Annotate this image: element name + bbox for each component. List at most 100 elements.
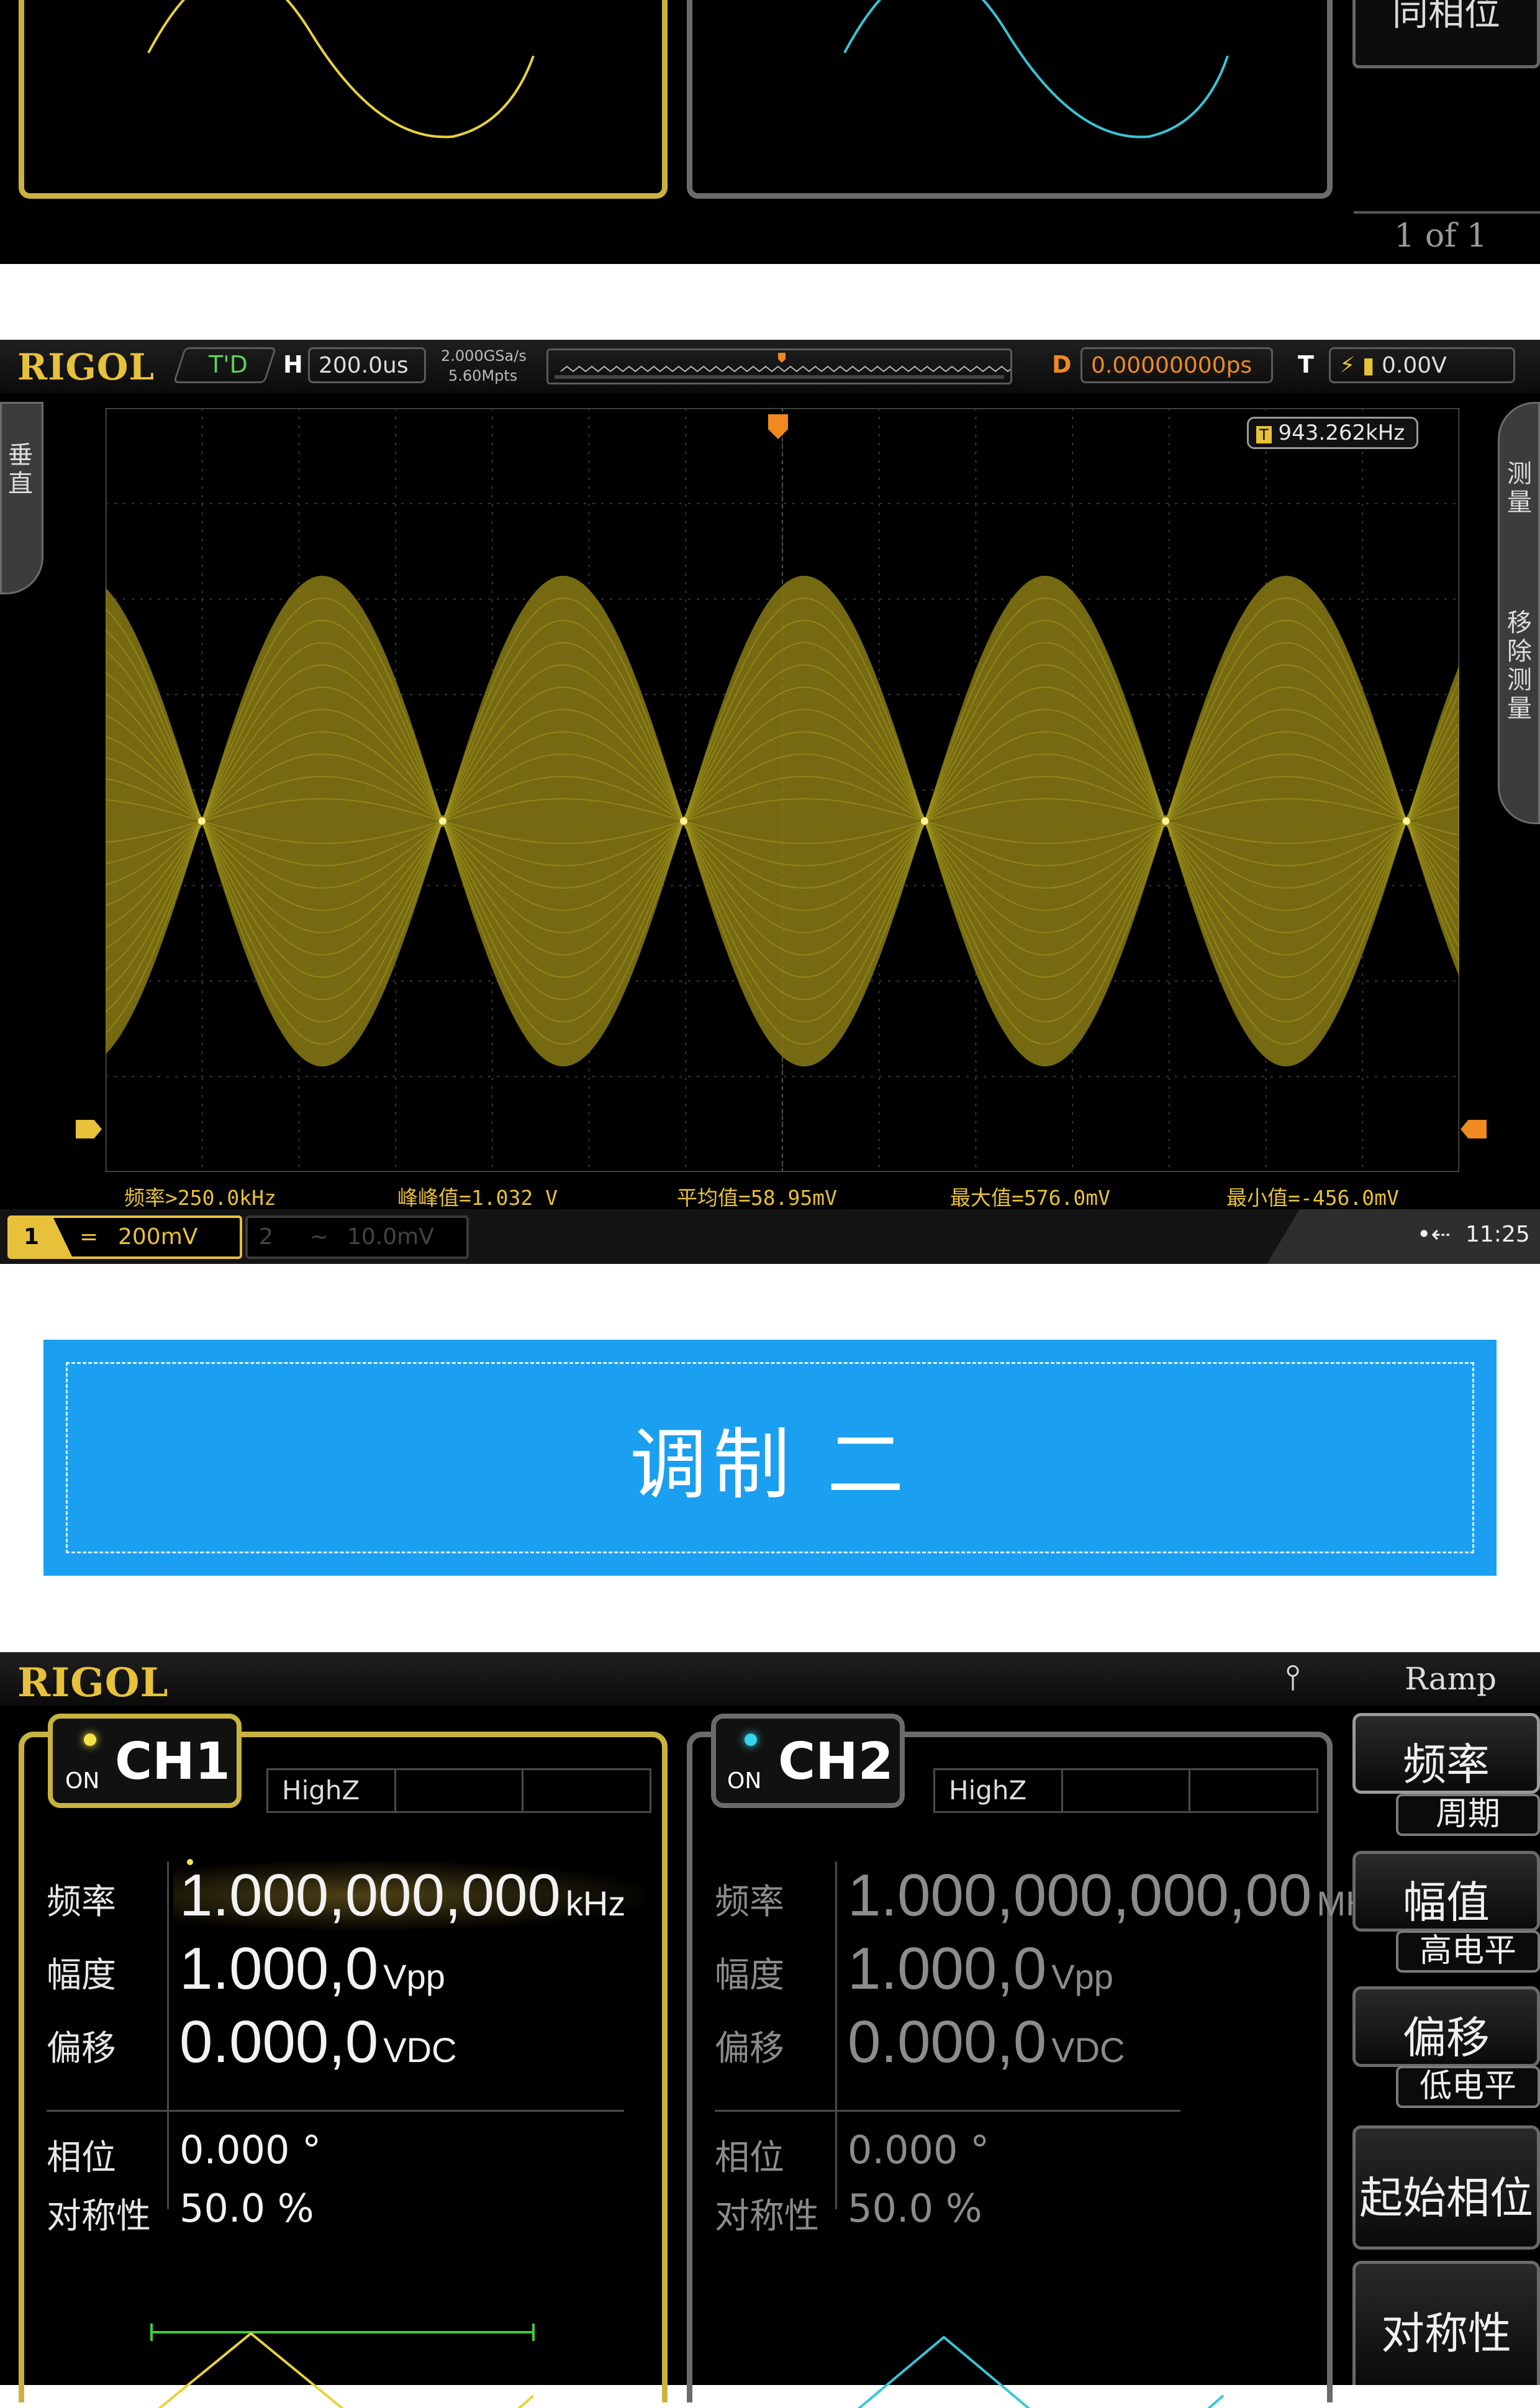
section-banner: 调制 二 [43, 1340, 1497, 1576]
ch2-on-label: ON [727, 1768, 762, 1794]
ch1-ramp-preview [150, 2324, 535, 2408]
softkey-same-phase[interactable]: 同相位 [1352, 0, 1540, 68]
timebase-box[interactable]: 200.0us [308, 347, 426, 383]
ch2-tab[interactable]: ON CH2 [711, 1714, 905, 1808]
ch2-impedance: HighZ [935, 1770, 1063, 1811]
ch2-offset-label: 偏移 [715, 2029, 784, 2069]
ch2-symmetry-value[interactable]: 50.0 % [848, 2186, 982, 2231]
ch2-scale-box[interactable]: 2 ~ 10.0mV [245, 1215, 469, 1259]
ch2-freq-value[interactable]: 1.000,000,000,00MHz [848, 1861, 1388, 1930]
ch1-amp-label: 幅度 [47, 1955, 116, 1996]
ch2-offset-unit: VDC [1051, 2030, 1125, 2070]
ch1-freq-label: 频率 [47, 1882, 116, 1922]
ch1-phase-label: 相位 [47, 2138, 116, 2178]
delay-label: D [1052, 351, 1072, 378]
ch1-symmetry-value[interactable]: 50.0 % [179, 2186, 314, 2231]
ch2-phase-value[interactable]: 0.000 ° [848, 2127, 989, 2173]
ch2-ramp-trace [857, 2335, 1031, 2408]
measure-tab-label: 测量 [1507, 460, 1532, 517]
ch1-impedance: HighZ [268, 1770, 396, 1811]
ch2-waveform-box [687, 0, 1333, 199]
envelope-node [680, 817, 687, 825]
ch1-amp-value[interactable]: 1.000,0 Vpp [179, 1935, 445, 2003]
ch1-offset-number: 0.000,0 [179, 2009, 379, 2075]
softkey-low-level[interactable]: 低电平 [1396, 2066, 1540, 2108]
ch2-panel[interactable]: ON CH2 HighZ 频率 1.000,000,000,00MHz 幅度 1… [687, 1714, 1388, 2408]
remove-measure-label: 移除测量 [1507, 609, 1532, 723]
ch1-ramp-trace [158, 2332, 344, 2408]
clock-time: 11:25 [1465, 1222, 1530, 1247]
trigger-level: 0.00V [1381, 353, 1447, 378]
ch1-panel[interactable]: ON CH1 HighZ 频率 1.000,000,000 kHz 幅度 1.00… [19, 1714, 668, 2408]
ch1-phase-value[interactable]: 0.000 ° [179, 2127, 321, 2173]
softkey-high-level-label: 高电平 [1419, 1932, 1516, 1970]
softkey-low-level-label: 低电平 [1419, 2068, 1516, 2105]
measure-min: 最小值=-456.0mV [1226, 1186, 1399, 1210]
measure-menu-tab[interactable]: 测量 移除测量 [1498, 402, 1540, 824]
ch2-amp-number: 1.000,0 [848, 1935, 1047, 2002]
ch2-freq-label: 频率 [715, 1882, 784, 1922]
run-mode-text: T'D [209, 351, 248, 378]
scope-brand-logo: RIGOL [17, 346, 155, 388]
ch1-tab[interactable]: ON CH1 [48, 1714, 242, 1808]
measure-max: 最大值=576.0mV [950, 1186, 1110, 1210]
envelope-node [921, 817, 928, 825]
frequency-counter: T 943.262kHz [1247, 417, 1418, 449]
ch1-sine-preview [147, 0, 535, 139]
softkey-start-phase-label: 起始相位 [1359, 2173, 1533, 2224]
ch1-offset-unit: VDC [383, 2030, 457, 2070]
softkey-high-level[interactable]: 高电平 [1396, 1930, 1540, 1973]
trigger-level-marker[interactable] [1461, 1120, 1487, 1138]
ch1-on-label: ON [65, 1768, 100, 1794]
trigger-box[interactable]: ⚡ ▮ 0.00V [1329, 347, 1515, 383]
ch1-amp-number: 1.000,0 [179, 1935, 379, 2002]
envelope-node [198, 817, 206, 825]
memory-depth: 5.60Mpts [448, 367, 518, 384]
ch2-sine-preview [843, 0, 1229, 139]
ch2-offset-value[interactable]: 0.000,0 VDC [848, 2008, 1125, 2076]
ch2-on-led [745, 1733, 757, 1746]
ch2-param-divider [715, 2110, 1180, 2112]
overview-trigger-marker [778, 353, 786, 363]
measure-vpp: 峰峰值=1.032 V [397, 1186, 558, 1210]
ch2-freq-number: 1.000,000,000,00 [848, 1862, 1312, 1929]
softkey-same-phase-label: 同相位 [1392, 0, 1500, 34]
softkey-frequency[interactable]: 频率 [1352, 1713, 1540, 1794]
softkey-divider [1354, 211, 1540, 214]
ch1-freq-value[interactable]: 1.000,000,000 kHz [179, 1861, 625, 1930]
generator-brand-logo: RIGOL [17, 1660, 169, 1706]
softkey-offset[interactable]: 偏移 [1352, 1986, 1540, 2067]
ch1-ground-marker[interactable] [76, 1120, 102, 1138]
horizontal-label: H [283, 351, 303, 378]
wave-type-label: Ramp [1405, 1661, 1497, 1697]
ch1-symmetry-label: 对称性 [47, 2196, 151, 2237]
ch1-offset-label: 偏移 [47, 2029, 116, 2069]
delay-box[interactable]: 0.00000000ps [1080, 347, 1273, 383]
sample-rate: 2.000GSa/s [441, 347, 527, 365]
ch2-amp-value[interactable]: 1.000,0 Vpp [848, 1935, 1113, 2003]
trigger-edge-icon: ⚡ ▮ [1339, 353, 1375, 378]
generator-screen: RIGOL ⫯ Ramp ON CH1 HighZ 频率 1.000,000,0… [0, 1652, 1540, 2408]
ch1-waveform-box [19, 0, 668, 199]
ch1-impedance-box: HighZ [266, 1768, 651, 1813]
usb-icon: •⇠ [1417, 1220, 1451, 1248]
ch2-ramp-preview [857, 2335, 1225, 2408]
ch2-coupling: ~ [310, 1224, 329, 1250]
softkey-period[interactable]: 周期 [1396, 1794, 1540, 1836]
measure-frequency: 频率>250.0kHz [124, 1186, 276, 1210]
envelope-node [1162, 817, 1169, 825]
ch2-amp-unit: Vpp [1051, 1957, 1113, 1996]
ch1-offset-value[interactable]: 0.000,0 VDC [179, 2008, 457, 2076]
ch1-scale-box[interactable]: 1 = 200mV [7, 1215, 242, 1259]
softkey-amplitude-label: 幅值 [1403, 1877, 1490, 1928]
ch1-freq-unit: kHz [565, 1884, 626, 1923]
vertical-menu-tab[interactable]: 垂直 [0, 402, 43, 594]
ch1-number: 1 [10, 1218, 72, 1256]
usb-icon: ⫯ [1285, 1657, 1301, 1697]
softkey-amplitude[interactable]: 幅值 [1352, 1851, 1540, 1932]
softkey-start-phase[interactable]: 起始相位 [1352, 2125, 1540, 2250]
vertical-tab-label: 垂直 [8, 441, 33, 498]
generator-screen-top: 同相位 1 of 1 [0, 0, 1540, 264]
softkey-symmetry[interactable]: 对称性 [1352, 2261, 1540, 2385]
waveform-overview[interactable] [546, 348, 1021, 384]
